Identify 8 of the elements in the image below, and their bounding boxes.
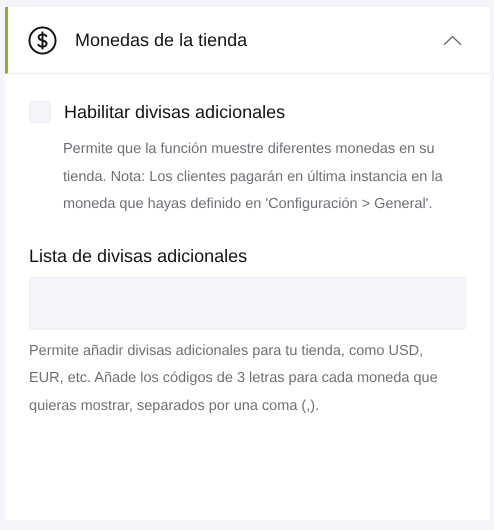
section-header[interactable]: Monedas de la tienda [5, 7, 490, 74]
section-title: Monedas de la tienda [75, 30, 248, 50]
chevron-icon[interactable] [443, 34, 462, 46]
dollar-icon [28, 26, 57, 54]
field-help-text: Permite añadir divisas adicionales para tu tienda, como USD, EUR, etc. Añade los códigos de 3 letras para cada moneda que quieras mostrar, separados por una coma (,). [29, 342, 439, 416]
field-label: Lista de divisas adicionales [29, 246, 248, 266]
checkbox-label: Habilitar divisas adicionales [64, 102, 286, 122]
option-description: Permite que la función muestre diferentes monedas en su tienda. Nota: Los clientes pagarán en última instancia en la moneda que hayas definido en 'Configuración > General'. [63, 140, 444, 214]
